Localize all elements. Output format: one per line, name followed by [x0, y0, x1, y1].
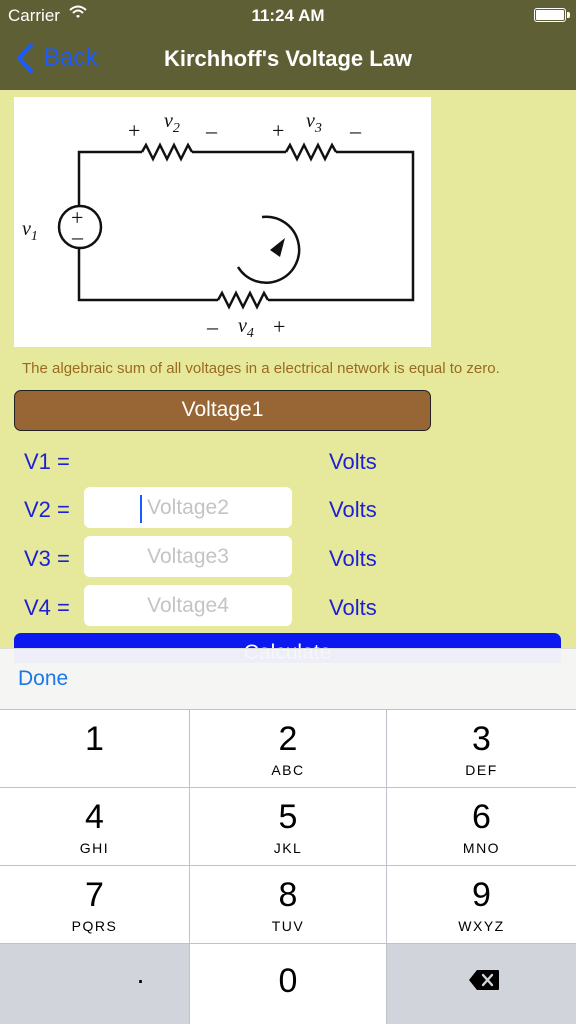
key-4[interactable]: 4 GHI [0, 788, 189, 865]
svg-text:+: + [273, 314, 285, 339]
key-decimal[interactable]: . [0, 944, 189, 1024]
resistor-v3 [284, 142, 338, 162]
v1-label: V1 = [24, 449, 70, 474]
key-7[interactable]: 7 PQRS [0, 866, 189, 943]
voltage4-input[interactable] [84, 585, 292, 626]
voltage3-input[interactable] [84, 536, 292, 577]
key-5[interactable]: 5 JKL [190, 788, 386, 865]
svg-text:–: – [206, 314, 219, 339]
label-v1: v1 [22, 218, 38, 244]
v4-unit: Volts [329, 595, 377, 620]
key-3[interactable]: 3 DEF [387, 710, 576, 787]
key-9[interactable]: 9 WXYZ [387, 866, 576, 943]
svg-text:+: + [128, 118, 140, 143]
keyboard-toolbar: Done [0, 648, 576, 709]
status-bar: Carrier 11:24 AM [0, 0, 576, 30]
v1-unit: Volts [329, 449, 377, 474]
voltage1-button[interactable]: Voltage1 [14, 390, 431, 431]
clock: 11:24 AM [251, 6, 325, 25]
v3-label: V3 = [24, 546, 70, 571]
key-6[interactable]: 6 MNO [387, 788, 576, 865]
v2-label: V2 = [24, 497, 70, 522]
top-bar: Carrier 11:24 AM Back Kirchhoff's Voltag… [0, 0, 576, 90]
key-1[interactable]: 1 [0, 710, 189, 787]
backspace-icon [469, 970, 499, 990]
key-2[interactable]: 2 ABC [190, 710, 386, 787]
svg-text:+: + [272, 118, 284, 143]
svg-text:–: – [71, 224, 84, 249]
page-title: Kirchhoff's Voltage Law [163, 46, 413, 71]
label-v2: v2 [164, 110, 180, 136]
navigation-bar: Back Kirchhoff's Voltage Law [0, 30, 576, 90]
done-button[interactable]: Done [18, 667, 68, 691]
battery-icon [534, 8, 570, 22]
svg-text:–: – [349, 118, 362, 143]
resistor-v4 [216, 290, 270, 310]
key-0[interactable]: 0 [190, 944, 386, 1024]
law-description: The algebraic sum of all voltages in a e… [22, 360, 500, 377]
voltage2-input[interactable] [84, 487, 292, 528]
v4-label: V4 = [24, 595, 70, 620]
key-8[interactable]: 8 TUV [190, 866, 386, 943]
resistor-v2 [140, 142, 194, 162]
text-cursor [140, 495, 142, 523]
clockwise-loop-arrow [236, 215, 301, 284]
svg-text:–: – [205, 118, 218, 143]
label-v3: v3 [306, 110, 322, 136]
v3-unit: Volts [329, 546, 377, 571]
circuit-diagram: + – + – + – – + v1 v2 v3 v4 [14, 97, 431, 347]
v2-unit: Volts [329, 497, 377, 522]
label-v4: v4 [238, 315, 254, 341]
